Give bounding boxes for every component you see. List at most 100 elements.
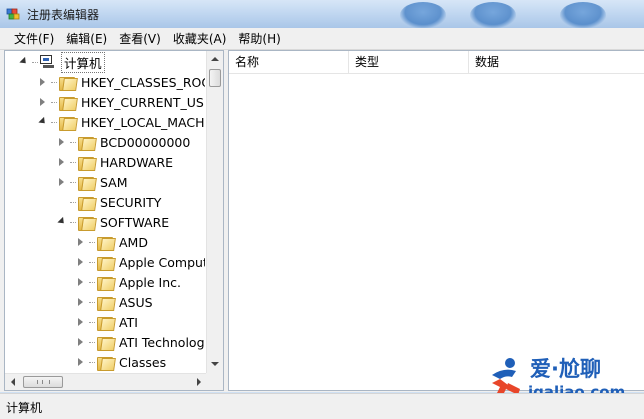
column-header: 名称 类型 数据 <box>229 51 644 74</box>
tree-node-label: HARDWARE <box>100 154 174 170</box>
main-content: 计算机HKEY_CLASSES_ROOT HKEY_CURRENT_USER HKE… <box>0 50 644 392</box>
folder-icon <box>59 116 78 131</box>
expand-arrow-icon[interactable] <box>57 137 67 147</box>
tree-node-label: SAM <box>100 174 128 190</box>
tree-vertical-scrollbar[interactable] <box>206 51 223 373</box>
folder-icon <box>78 136 97 151</box>
tree-node[interactable]: AMD <box>76 232 148 252</box>
tree-connector <box>70 141 76 143</box>
collapse-arrow-icon[interactable] <box>57 217 67 227</box>
tree-node[interactable]: HKEY_CLASSES_ROOT <box>38 72 205 92</box>
tree-connector <box>89 241 95 243</box>
menu-help[interactable]: 帮助(H) <box>232 29 286 49</box>
tree-node[interactable]: Classes <box>76 352 166 372</box>
tree-connector <box>32 61 38 63</box>
folder-icon <box>97 336 116 351</box>
tree-rows: 计算机HKEY_CLASSES_ROOT HKEY_CURRENT_USER HKE… <box>5 51 205 373</box>
tree-node-label: ATI <box>119 314 138 330</box>
tree-node[interactable]: ATI <box>76 312 138 332</box>
folder-icon <box>78 156 97 171</box>
expand-arrow-icon[interactable] <box>76 257 86 267</box>
tree-node-label: BCD00000000 <box>100 134 191 150</box>
window-title: 注册表编辑器 <box>27 8 100 22</box>
values-list[interactable]: 名称 类型 数据 <box>228 50 644 391</box>
tree-node[interactable]: SAM <box>57 172 128 192</box>
scroll-up-arrow-icon[interactable] <box>207 51 223 68</box>
status-bar: 计算机 <box>0 393 644 419</box>
folder-icon <box>78 176 97 191</box>
tree-connector <box>70 221 76 223</box>
column-name[interactable]: 名称 <box>229 51 349 73</box>
tree-node-label: HKEY_CURRENT_USER <box>81 94 205 110</box>
computer-icon <box>40 55 56 69</box>
tree-node-label: ATI Technologie <box>119 334 205 350</box>
tree-node[interactable]: HKEY_LOCAL_MACHINE <box>38 112 205 132</box>
tree-connector <box>70 201 76 203</box>
tree-connector <box>89 361 95 363</box>
column-type[interactable]: 类型 <box>349 51 469 73</box>
tree-node-label: 计算机 <box>61 51 105 73</box>
tree-connector <box>89 301 95 303</box>
expand-arrow-icon[interactable] <box>76 237 86 247</box>
status-path: 计算机 <box>6 401 43 415</box>
tree-connector <box>70 161 76 163</box>
folder-icon <box>59 76 78 91</box>
titlebar-decoration <box>470 2 516 28</box>
tree-horizontal-scrollbar[interactable] <box>5 373 207 390</box>
expand-arrow-icon[interactable] <box>76 277 86 287</box>
titlebar-decoration <box>560 2 606 28</box>
tree-node[interactable]: ASUS <box>76 292 153 312</box>
tree-connector <box>89 261 95 263</box>
folder-icon <box>78 196 97 211</box>
tree-node-label: HKEY_LOCAL_MACHINE <box>81 114 205 130</box>
tree-node-label: HKEY_CLASSES_ROOT <box>81 74 205 90</box>
scrollbar-corner <box>206 373 223 390</box>
collapse-arrow-icon[interactable] <box>19 57 29 67</box>
tree-node[interactable]: Apple Computer <box>76 252 205 272</box>
expand-arrow-icon[interactable] <box>76 357 86 367</box>
tree-node[interactable]: HKEY_CURRENT_USER <box>38 92 205 112</box>
expand-arrow-icon[interactable] <box>38 77 48 87</box>
menu-file[interactable]: 文件(F) <box>8 29 60 49</box>
expand-arrow-icon[interactable] <box>76 297 86 307</box>
tree-node[interactable]: BCD00000000 <box>57 132 190 152</box>
tree-node[interactable]: HARDWARE <box>57 152 173 172</box>
tree-node-label: Apple Inc. <box>119 274 182 290</box>
tree-node[interactable]: SOFTWARE <box>57 212 169 232</box>
scroll-left-arrow-icon[interactable] <box>5 374 22 390</box>
tree-node[interactable]: Apple Inc. <box>76 272 181 292</box>
folder-icon <box>59 96 78 111</box>
tree-node-label: Apple Computer <box>119 254 205 270</box>
column-data[interactable]: 数据 <box>469 51 644 73</box>
collapse-arrow-icon[interactable] <box>38 117 48 127</box>
expand-arrow-icon[interactable] <box>76 317 86 327</box>
folder-icon <box>78 216 97 231</box>
scrollbar-thumb[interactable] <box>209 69 221 87</box>
menu-edit[interactable]: 编辑(E) <box>60 29 113 49</box>
registry-tree: 计算机HKEY_CLASSES_ROOT HKEY_CURRENT_USER HKE… <box>4 50 224 391</box>
tree-node-label: ASUS <box>119 294 153 310</box>
tree-node-label: SECURITY <box>100 194 162 210</box>
expand-arrow-icon[interactable] <box>57 177 67 187</box>
expand-arrow-icon[interactable] <box>57 157 67 167</box>
tree-connector <box>51 101 57 103</box>
folder-icon <box>97 296 116 311</box>
tree-node[interactable]: SECURITY <box>57 192 161 212</box>
tree-connector <box>70 181 76 183</box>
scroll-down-arrow-icon[interactable] <box>207 356 223 373</box>
titlebar-decoration <box>400 2 446 28</box>
title-bar: 注册表编辑器 <box>0 0 644 28</box>
expand-arrow-icon[interactable] <box>76 337 86 347</box>
tree-node[interactable]: 计算机 <box>19 51 105 73</box>
expand-arrow-icon[interactable] <box>38 97 48 107</box>
tree-node[interactable]: ATI Technologie <box>76 332 205 352</box>
menu-view[interactable]: 查看(V) <box>113 29 167 49</box>
tree-connector <box>89 341 95 343</box>
menu-favorites[interactable]: 收藏夹(A) <box>167 29 233 49</box>
tree-node-label: Classes <box>119 354 167 370</box>
tree-connector <box>51 81 57 83</box>
scrollbar-thumb[interactable] <box>23 376 63 388</box>
scroll-right-arrow-icon[interactable] <box>190 374 207 390</box>
registry-editor-icon <box>6 8 20 20</box>
tree-connector <box>89 321 95 323</box>
